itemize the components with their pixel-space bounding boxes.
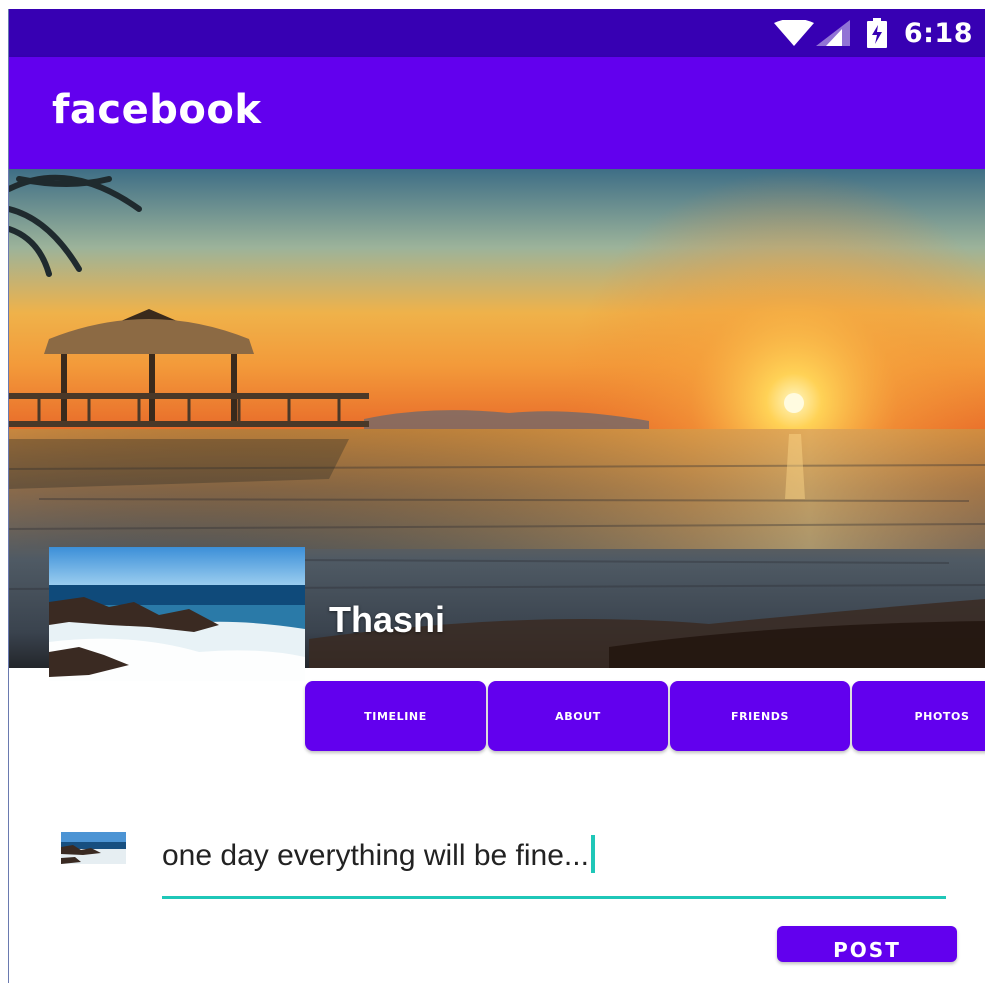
tab-about[interactable]: ABOUT: [488, 681, 668, 751]
profile-name: Thasni: [329, 599, 446, 640]
compose-text: one day everything will be fine...: [162, 835, 595, 873]
profile-photo[interactable]: [49, 547, 305, 681]
status-icons: 6:18: [773, 9, 985, 57]
compose-value: one day everything will be fine...: [162, 839, 589, 872]
compose-avatar: [61, 832, 126, 864]
tab-photos[interactable]: PHOTOS: [852, 681, 985, 751]
battery-charging-icon: [866, 18, 887, 48]
cellular-signal-icon: [815, 20, 850, 46]
profile-tabs: TIMELINE ABOUT FRIENDS PHOTOS: [305, 681, 985, 753]
app-screen: 6:18 facebook Thasni TIMELINE ABOUT FRIE…: [9, 9, 985, 983]
app-title: facebook: [52, 87, 262, 133]
app-bar: facebook: [9, 57, 985, 169]
wifi-icon: [773, 20, 814, 46]
text-cursor: [590, 835, 595, 873]
compose-underline: [162, 896, 946, 899]
post-button[interactable]: POST: [777, 926, 957, 962]
status-time: 6:18: [903, 17, 973, 49]
status-bar: 6:18: [9, 9, 985, 57]
compose-input[interactable]: one day everything will be fine...: [162, 827, 946, 901]
tab-timeline[interactable]: TIMELINE: [305, 681, 486, 751]
tab-friends[interactable]: FRIENDS: [670, 681, 850, 751]
